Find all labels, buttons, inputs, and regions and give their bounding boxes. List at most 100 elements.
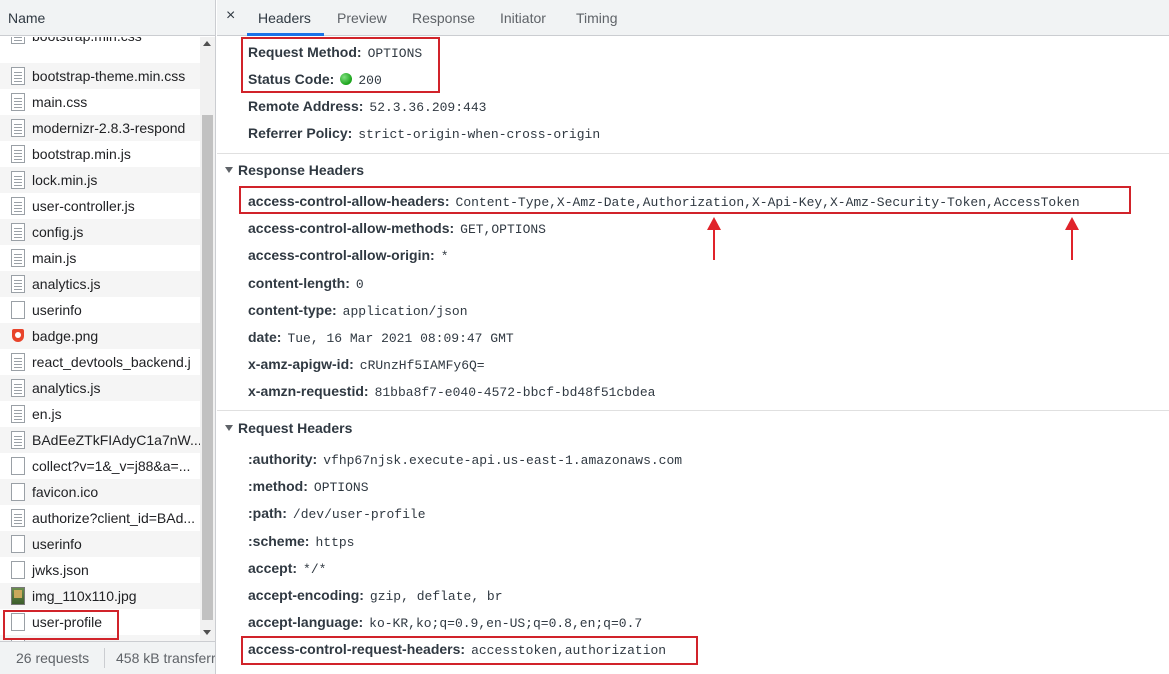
header-name: :path: — [248, 505, 287, 522]
image-icon — [11, 587, 25, 605]
request-details-panel: × Headers Preview Response Initiator Tim… — [217, 0, 1169, 674]
header-value: ko-KR,ko;q=0.9,en-US;q=0.8,en;q=0.7 — [369, 616, 643, 632]
request-header-row: accept: */* — [248, 560, 326, 577]
request-row[interactable]: modernizr-2.8.3-respond — [0, 115, 200, 141]
request-name: main.css — [32, 94, 88, 110]
doc-icon — [11, 249, 25, 267]
blank-icon — [11, 457, 25, 475]
response-headers-toggle[interactable]: Response Headers — [225, 162, 364, 178]
header-name: content-type: — [248, 301, 337, 318]
header-name: accept-encoding: — [248, 587, 364, 603]
request-row[interactable]: img_110x110.jpg — [0, 583, 200, 609]
request-name: img_110x110.jpg — [32, 588, 137, 604]
doc-icon — [11, 145, 25, 163]
request-row[interactable]: userinfo — [0, 297, 200, 323]
header-value: * — [440, 249, 449, 265]
name-column-header[interactable]: Name — [0, 0, 215, 36]
request-row[interactable]: bootstrap.min.js — [0, 141, 200, 167]
request-row[interactable]: user-controller.js — [0, 193, 200, 219]
request-header-row: accept-encoding: gzip, deflate, br — [248, 587, 503, 604]
request-headers-highlight — [241, 636, 698, 665]
doc-icon — [11, 431, 25, 449]
tab-initiator[interactable]: Initiator — [500, 10, 546, 26]
request-row[interactable]: authorize?client_id=BAd... — [0, 505, 200, 531]
blank-icon — [11, 535, 25, 553]
request-row[interactable]: bootstrap-theme.min.css — [0, 63, 200, 89]
tab-headers[interactable]: Headers — [258, 10, 311, 26]
header-value: Tue, 16 Mar 2021 08:09:47 GMT — [287, 331, 514, 346]
request-row[interactable]: jwks.json — [0, 557, 200, 583]
request-row[interactable]: favicon.ico — [0, 479, 200, 505]
request-row[interactable]: analytics.js — [0, 271, 200, 297]
header-name: access-control-allow-origin: — [248, 247, 435, 264]
header-value: GET,OPTIONS — [460, 222, 546, 238]
request-count: 26 requests — [16, 650, 90, 666]
request-row[interactable]: badge.png — [0, 323, 200, 349]
request-row[interactable]: lock.min.js — [0, 167, 200, 193]
doc-icon — [11, 197, 25, 215]
request-header-row: :method: OPTIONS — [248, 478, 369, 495]
request-name: authorize?client_id=BAd... — [32, 510, 196, 526]
request-row[interactable]: config.js — [0, 219, 200, 245]
request-row[interactable]: analytics.js — [0, 375, 200, 401]
scroll-down-arrow-icon[interactable] — [203, 630, 211, 635]
request-headers-toggle[interactable]: Request Headers — [225, 420, 352, 436]
header-value: cRUnzHf5IAMFy6Q= — [359, 358, 485, 374]
request-row[interactable]: main.js — [0, 245, 200, 271]
response-header-row: content-type: application/json — [248, 302, 468, 319]
doc-icon — [11, 379, 25, 397]
doc-icon — [11, 93, 25, 111]
request-name: bootstrap-theme.min.css — [32, 68, 186, 84]
header-value: /dev/user-profile — [292, 507, 426, 523]
request-header-row: :scheme: https — [248, 533, 354, 550]
header-value: application/json — [342, 303, 468, 319]
request-name: analytics.js — [32, 380, 101, 396]
request-row[interactable]: BAdEeZTkFIAdyC1a7nW... — [0, 427, 200, 453]
scroll-up-arrow-icon[interactable] — [203, 41, 211, 46]
request-row[interactable]: main.css — [0, 89, 200, 115]
response-header-row: date: Tue, 16 Mar 2021 08:09:47 GMT — [248, 329, 514, 346]
request-row[interactable]: userinfo — [0, 531, 200, 557]
request-name: user-controller.js — [32, 198, 135, 214]
response-header-row: x-amzn-requestid: 81bba8f7-e040-4572-bbcf… — [248, 383, 655, 400]
details-tabbar: × Headers Preview Response Initiator Tim… — [217, 0, 1169, 36]
request-name: BAdEeZTkFIAdyC1a7nW... — [32, 432, 200, 448]
doc-icon — [11, 223, 25, 241]
request-row[interactable]: collect?v=1&_v=j88&a=... — [0, 453, 200, 479]
header-name: x-amz-apigw-id: — [248, 356, 354, 373]
referrer-policy-row: Referrer Policy: strict-origin-when-cross… — [248, 125, 601, 142]
response-header-row: access-control-allow-methods: GET,OPTIONS — [248, 220, 546, 237]
request-name: en.js — [32, 406, 62, 422]
header-value: vfhp67njsk.execute-api.us-east-1.amazona… — [323, 453, 683, 468]
header-name: :authority: — [248, 451, 318, 467]
tab-response[interactable]: Response — [412, 10, 475, 26]
tab-timing[interactable]: Timing — [576, 10, 618, 26]
badge-icon — [11, 327, 25, 345]
request-row[interactable]: en.js — [0, 401, 200, 427]
header-name: accept-language: — [248, 614, 364, 631]
doc-icon — [11, 405, 25, 423]
request-row[interactable]: bootstrap.min.css — [0, 37, 200, 63]
request-name: lock.min.js — [32, 172, 98, 188]
header-name: accept: — [248, 559, 298, 576]
header-value: 81bba8f7-e040-4572-bbcf-bd48f51cbdea — [374, 385, 656, 401]
arrow-accesstoken-icon — [1065, 217, 1079, 260]
blank-icon — [11, 561, 25, 579]
response-header-row: access-control-allow-origin: * — [248, 247, 449, 264]
header-value: OPTIONS — [313, 480, 369, 496]
header-name: access-control-allow-methods: — [248, 220, 455, 237]
doc-icon — [11, 275, 25, 293]
remote-address-row: Remote Address: 52.3.36.209:443 — [248, 98, 487, 115]
general-highlight — [241, 37, 440, 93]
blank-icon — [11, 483, 25, 501]
scroll-thumb[interactable] — [202, 115, 213, 620]
doc-icon — [11, 37, 25, 44]
tab-preview[interactable]: Preview — [337, 10, 387, 26]
arrow-authorization-icon — [707, 217, 721, 260]
header-value: https — [315, 534, 355, 550]
request-name: jwks.json — [32, 562, 89, 578]
close-icon[interactable]: × — [226, 7, 235, 25]
allow-headers-highlight — [239, 186, 1131, 214]
request-row[interactable]: react_devtools_backend.j — [0, 349, 200, 375]
request-list-scrollbar[interactable] — [200, 37, 215, 641]
